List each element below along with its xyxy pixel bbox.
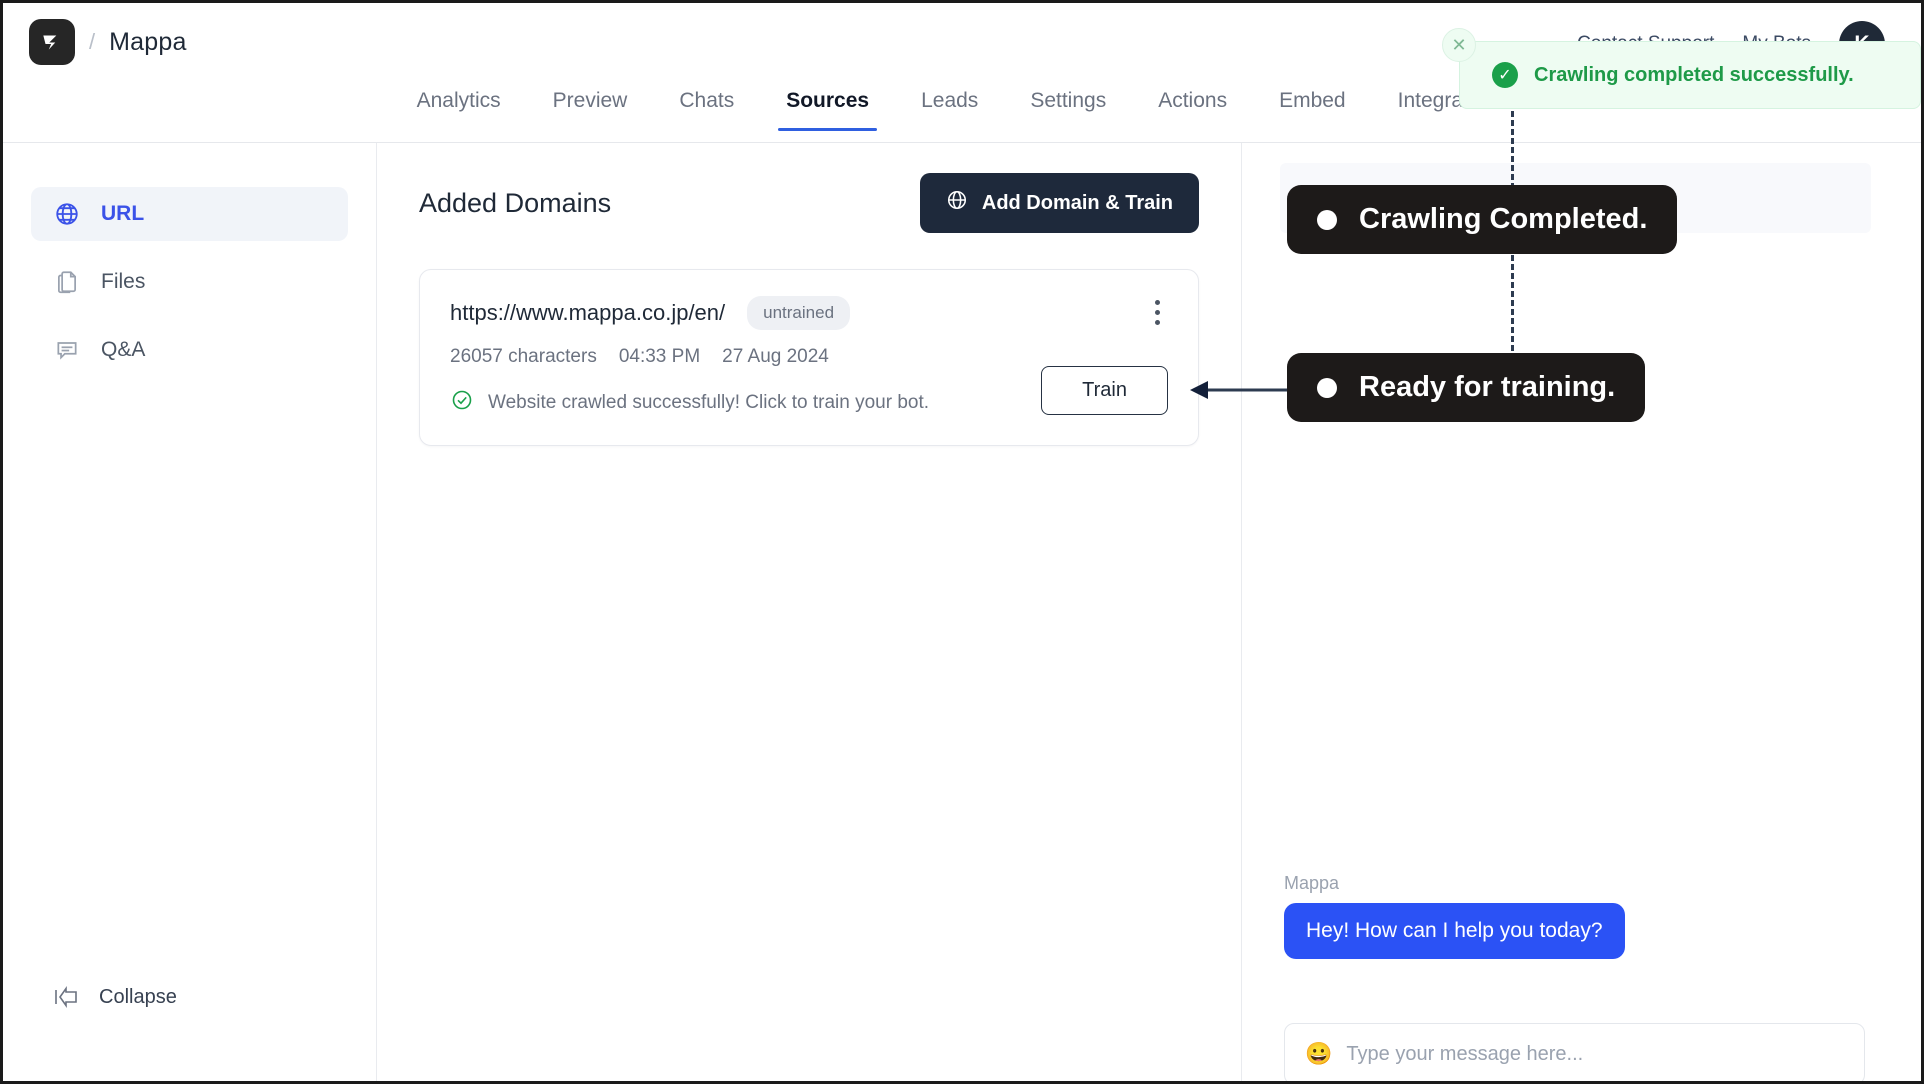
chat-bubble-icon: [53, 336, 81, 364]
crawl-time: 04:33 PM: [618, 346, 701, 367]
sidebar-item-label: Files: [101, 270, 146, 293]
toast-message: Crawling completed successfully.: [1534, 63, 1854, 86]
collapse-label: Collapse: [99, 985, 177, 1008]
sidebar-item-label: URL: [101, 202, 145, 225]
domain-card[interactable]: https://www.mappa.co.jp/en/ untrained 26…: [419, 269, 1199, 446]
breadcrumb-separator: /: [89, 29, 96, 54]
sidebar-item-url[interactable]: URL: [31, 187, 348, 241]
globe-icon: [53, 200, 81, 228]
chat-preview-panel: Mappa Hey! How can I help you today? 😀 T…: [1241, 143, 1921, 1081]
tab-settings[interactable]: Settings: [1004, 81, 1132, 131]
character-count: 26057 characters: [450, 346, 597, 367]
toast-notification: ✕ ✓ Crawling completed successfully.: [1442, 28, 1921, 109]
domain-meta: 26057 characters 04:33 PM 27 Aug 2024: [450, 346, 1168, 368]
domain-url[interactable]: https://www.mappa.co.jp/en/: [450, 300, 725, 326]
thinkstack-logo-icon[interactable]: [29, 19, 75, 65]
annotation-label: Crawling Completed.: [1359, 203, 1648, 235]
bot-name-label: Mappa: [1284, 873, 1340, 893]
sidebar-item-qa[interactable]: Q&A: [31, 323, 348, 377]
add-domain-and-train-button[interactable]: Add Domain & Train: [919, 173, 1199, 233]
close-icon[interactable]: ✕: [1442, 28, 1476, 62]
section-title: Added Domains: [419, 187, 612, 218]
smiley-icon[interactable]: 😀: [1305, 1041, 1332, 1067]
chat-input-container[interactable]: 😀 Type your message here...: [1284, 1023, 1865, 1081]
bot-message-bubble: Hey! How can I help you today?: [1284, 903, 1625, 959]
tab-leads[interactable]: Leads: [895, 81, 1004, 131]
crawl-date: 27 Aug 2024: [722, 346, 829, 367]
main-header: Added Domains Add Domain & Train: [419, 173, 1199, 233]
sidebar-list: URL Files Q&A: [3, 143, 376, 377]
tab-analytics[interactable]: Analytics: [391, 81, 527, 131]
train-button[interactable]: Train: [1041, 366, 1168, 415]
main-panel: Added Domains Add Domain & Train https:/…: [377, 143, 1241, 1081]
annotation-ready-for-training: Ready for training.: [1287, 353, 1646, 422]
file-icon: [53, 268, 81, 296]
status-badge: untrained: [747, 296, 851, 330]
collapse-button[interactable]: Collapse: [53, 983, 177, 1011]
tab-embed[interactable]: Embed: [1253, 81, 1372, 131]
crawl-status-message: Website crawled successfully! Click to t…: [488, 391, 930, 413]
check-circle-icon: [450, 388, 474, 417]
check-circle-icon: ✓: [1492, 62, 1518, 88]
bullet-dot-icon: [1317, 209, 1337, 230]
tab-sources[interactable]: Sources: [760, 81, 895, 131]
page-title: Mappa: [109, 27, 187, 56]
sidebar-item-files[interactable]: Files: [31, 255, 348, 309]
kebab-menu-icon[interactable]: [1151, 296, 1164, 329]
sidebar-item-label: Q&A: [101, 338, 146, 361]
add-domain-label: Add Domain & Train: [981, 191, 1173, 214]
domain-card-header: https://www.mappa.co.jp/en/ untrained: [450, 296, 1168, 330]
app-window: / Mappa Contact Support My Bots K Analyt…: [0, 0, 1924, 1084]
chat-input-placeholder[interactable]: Type your message here...: [1346, 1043, 1583, 1066]
sidebar: URL Files Q&A Collapse: [3, 143, 377, 1081]
annotation-label: Ready for training.: [1359, 371, 1616, 403]
bullet-dot-icon: [1317, 377, 1337, 398]
tab-actions[interactable]: Actions: [1132, 81, 1253, 131]
annotation-crawling-completed: Crawling Completed.: [1287, 185, 1678, 254]
tab-preview[interactable]: Preview: [527, 81, 654, 131]
tab-chats[interactable]: Chats: [653, 81, 760, 131]
collapse-left-arrow-icon: [53, 983, 81, 1011]
breadcrumb: / Mappa: [3, 19, 187, 65]
globe-icon: [946, 189, 968, 217]
